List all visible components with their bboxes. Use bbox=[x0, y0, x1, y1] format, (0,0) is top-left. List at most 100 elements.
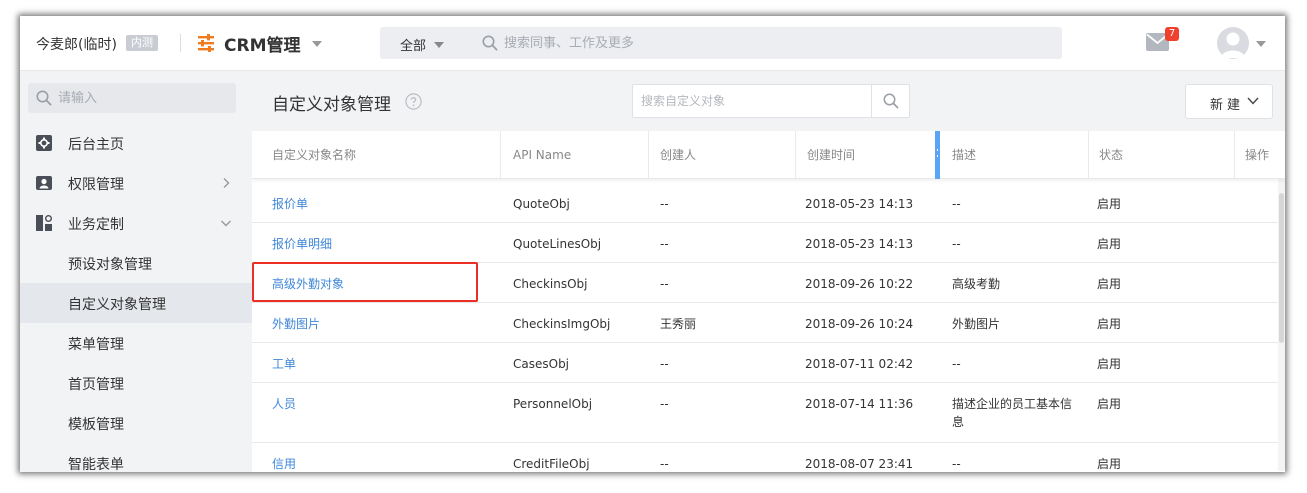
sidebar-item-home[interactable]: 后台主页 bbox=[20, 123, 252, 163]
column-header-creator[interactable]: 创建人 bbox=[660, 131, 696, 179]
new-object-button[interactable]: 新建 bbox=[1185, 84, 1273, 119]
description-cell: -- bbox=[952, 357, 961, 371]
global-search-input[interactable] bbox=[504, 31, 1024, 55]
creator-cell: -- bbox=[660, 197, 669, 211]
created-time-cell: 2018-07-11 02:42 bbox=[805, 357, 914, 371]
sidebar-subitem-label: 自定义对象管理 bbox=[68, 297, 166, 313]
user-avatar[interactable] bbox=[1217, 27, 1249, 59]
sidebar-subitem-label: 菜单管理 bbox=[68, 337, 124, 353]
object-search-button[interactable] bbox=[871, 85, 909, 117]
app-window: 今麦郎(临时) 内测 CRM管理 全部 7 bbox=[20, 16, 1285, 472]
sidebar-subitem-templates[interactable]: 模板管理 bbox=[20, 403, 252, 443]
main-content: 自定义对象管理 新建 bbox=[252, 71, 1285, 472]
created-time-cell: 2018-08-07 23:41 bbox=[805, 457, 914, 471]
status-cell: 启用 bbox=[1097, 277, 1122, 291]
object-name-link[interactable]: 报价单明细 bbox=[272, 235, 332, 253]
creator-cell: -- bbox=[660, 397, 669, 411]
sidebar-subitem-preset-objects[interactable]: 预设对象管理 bbox=[20, 243, 252, 283]
sidebar-item-business-custom[interactable]: 业务定制 bbox=[20, 203, 252, 243]
sidebar-subitem-homepage[interactable]: 首页管理 bbox=[20, 363, 252, 403]
object-name-link[interactable]: 高级外勤对象 bbox=[272, 275, 344, 293]
table-scrollbar-thumb[interactable] bbox=[1279, 193, 1284, 343]
creator-cell: -- bbox=[660, 357, 669, 371]
table-row[interactable]: 工单 CasesObj -- 2018-07-11 02:42 -- 启用 bbox=[252, 343, 1285, 383]
sidebar-search bbox=[28, 83, 236, 113]
api-name-cell: CreditFileObj bbox=[513, 457, 590, 471]
creator-cell: -- bbox=[660, 277, 669, 291]
column-divider bbox=[795, 131, 796, 179]
object-name-link[interactable]: 人员 bbox=[272, 395, 296, 413]
dashboard-icon bbox=[36, 135, 52, 151]
description-cell: -- bbox=[952, 457, 961, 471]
table-row[interactable]: 高级外勤对象 CheckinsObj -- 2018-09-26 10:22 高… bbox=[252, 263, 1285, 303]
object-name-link[interactable]: 信用 bbox=[272, 455, 296, 472]
table-row[interactable]: 外勤图片 CheckinsImgObj 王秀丽 2018-09-26 10:24… bbox=[252, 303, 1285, 343]
chevron-right-icon bbox=[223, 178, 230, 188]
chevron-down-icon bbox=[1247, 97, 1259, 105]
column-header-name[interactable]: 自定义对象名称 bbox=[272, 131, 356, 179]
column-header-description[interactable]: 描述 bbox=[952, 131, 976, 179]
status-cell: 启用 bbox=[1097, 357, 1122, 371]
company-name[interactable]: 今麦郎(临时) bbox=[36, 34, 117, 54]
sidebar-subitem-label: 智能表单 bbox=[68, 457, 124, 472]
column-divider bbox=[500, 131, 501, 179]
search-scope-select[interactable]: 全部 bbox=[400, 35, 426, 54]
env-badge: 内测 bbox=[126, 35, 158, 51]
created-time-cell: 2018-05-23 14:13 bbox=[805, 237, 914, 251]
column-divider bbox=[1234, 131, 1235, 179]
description-cell: 高级考勤 bbox=[952, 277, 1001, 291]
sidebar-subitem-label: 预设对象管理 bbox=[68, 257, 152, 273]
column-header-created-time[interactable]: 创建时间 bbox=[807, 131, 855, 179]
api-name-cell: CasesObj bbox=[513, 357, 570, 371]
object-search-input[interactable] bbox=[641, 89, 861, 113]
sidebar-item-permissions[interactable]: 权限管理 bbox=[20, 163, 252, 203]
column-resize-handle[interactable] bbox=[935, 131, 940, 179]
status-cell: 启用 bbox=[1097, 237, 1122, 251]
crm-sliders-icon bbox=[198, 34, 214, 52]
object-name-link[interactable]: 报价单 bbox=[272, 195, 308, 213]
objects-table: 自定义对象名称 API Name 创建人 创建时间 描述 状态 操作 报价单 Q… bbox=[252, 131, 1285, 472]
table-row[interactable]: 信用 CreditFileObj -- 2018-08-07 23:41 -- … bbox=[252, 443, 1285, 472]
new-button-label: 新建 bbox=[1210, 98, 1245, 113]
help-icon[interactable] bbox=[405, 93, 422, 110]
description-cell: 外勤图片 bbox=[952, 317, 1001, 331]
app-title[interactable]: CRM管理 bbox=[224, 31, 300, 56]
table-row[interactable]: 报价单 QuoteObj -- 2018-05-23 14:13 -- 启用 bbox=[252, 183, 1285, 223]
created-time-cell: 2018-05-23 14:13 bbox=[805, 197, 914, 211]
status-cell: 启用 bbox=[1097, 397, 1122, 411]
sidebar-subitem-label: 首页管理 bbox=[68, 377, 124, 393]
table-header: 自定义对象名称 API Name 创建人 创建时间 描述 状态 操作 bbox=[252, 131, 1285, 179]
page-title: 自定义对象管理 bbox=[272, 95, 391, 115]
column-header-api[interactable]: API Name bbox=[513, 131, 571, 179]
header-divider bbox=[180, 34, 181, 52]
search-icon bbox=[883, 93, 899, 109]
top-header: 今麦郎(临时) 内测 CRM管理 全部 7 bbox=[20, 16, 1285, 71]
object-name-link[interactable]: 工单 bbox=[272, 355, 296, 373]
avatar-caret-icon[interactable] bbox=[1256, 41, 1266, 47]
sidebar: 后台主页 权限管理 业务定制 预设对象管理 bbox=[20, 71, 252, 472]
column-header-actions[interactable]: 操作 bbox=[1245, 131, 1269, 179]
sidebar-subitem-menu[interactable]: 菜单管理 bbox=[20, 323, 252, 363]
scope-caret-icon[interactable] bbox=[434, 42, 444, 48]
column-divider bbox=[648, 131, 649, 179]
api-name-cell: CheckinsImgObj bbox=[513, 317, 611, 331]
status-cell: 启用 bbox=[1097, 317, 1122, 331]
sidebar-item-label: 权限管理 bbox=[68, 177, 124, 193]
creator-cell: -- bbox=[660, 457, 669, 471]
table-row[interactable]: 人员 PersonnelObj -- 2018-07-14 11:36 描述企业… bbox=[252, 383, 1285, 443]
page-header: 自定义对象管理 新建 bbox=[252, 71, 1285, 131]
sidebar-subitem-smart-forms[interactable]: 智能表单 bbox=[20, 443, 252, 472]
creator-cell: -- bbox=[660, 237, 669, 251]
sidebar-subitem-custom-objects[interactable]: 自定义对象管理 bbox=[20, 283, 252, 323]
description-cell: -- bbox=[952, 237, 961, 251]
sidebar-search-input[interactable] bbox=[58, 86, 228, 110]
chevron-down-icon bbox=[221, 220, 231, 227]
column-header-status[interactable]: 状态 bbox=[1099, 131, 1123, 179]
global-search: 全部 bbox=[380, 27, 1062, 59]
search-icon bbox=[36, 90, 52, 106]
app-switch-caret-icon[interactable] bbox=[312, 41, 322, 47]
object-name-link[interactable]: 外勤图片 bbox=[272, 315, 320, 333]
created-time-cell: 2018-09-26 10:22 bbox=[805, 277, 914, 291]
table-row[interactable]: 报价单明细 QuoteLinesObj -- 2018-05-23 14:13 … bbox=[252, 223, 1285, 263]
creator-cell: 王秀丽 bbox=[660, 317, 697, 331]
